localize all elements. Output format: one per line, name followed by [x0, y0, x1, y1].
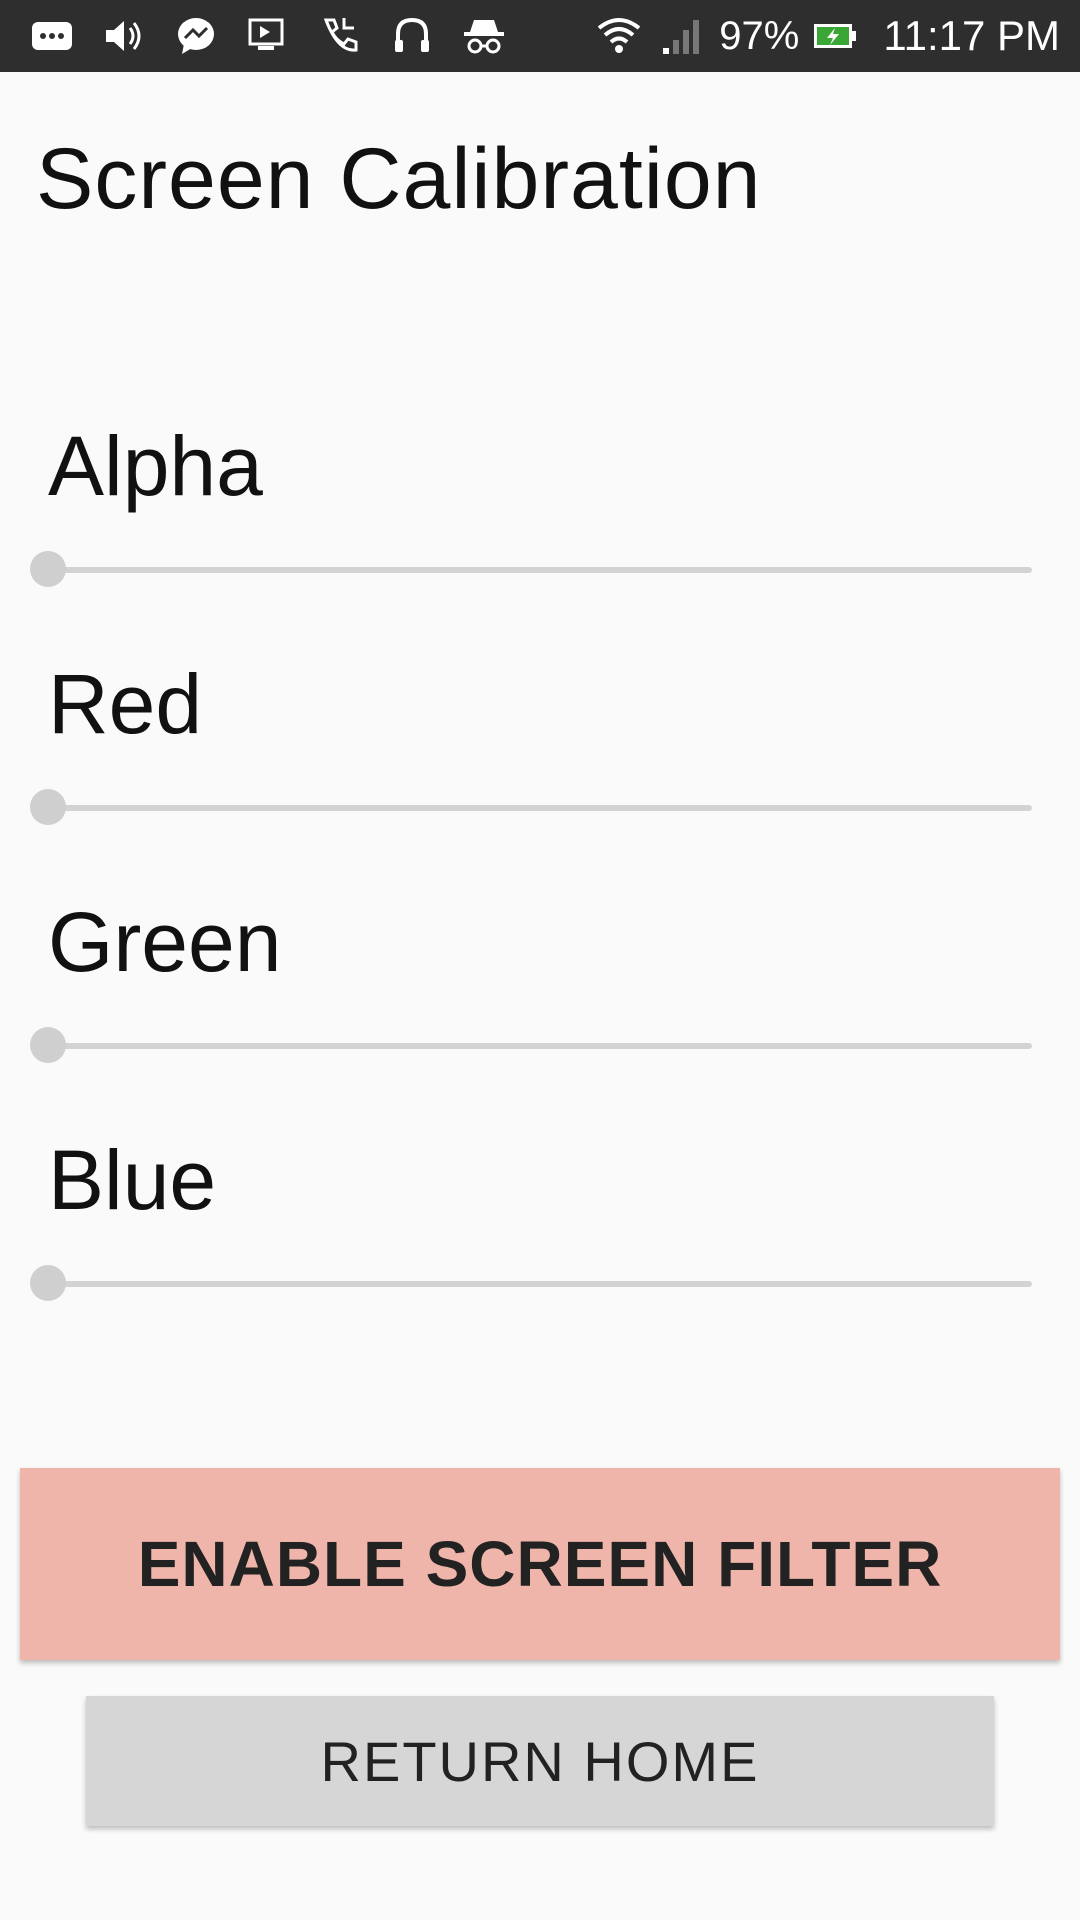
call-forward-icon [316, 12, 364, 60]
red-slider[interactable] [30, 788, 1032, 828]
more-icon [28, 12, 76, 60]
slider-track [48, 1043, 1032, 1049]
status-bar: 97% 11:17 PM [0, 0, 1080, 72]
system-status: 97% 11:17 PM [595, 0, 1060, 72]
slider-thumb[interactable] [30, 1027, 66, 1063]
enable-screen-filter-button[interactable]: ENABLE SCREEN FILTER [20, 1468, 1060, 1660]
page-title: Screen Calibration [36, 131, 762, 227]
slider-thumb[interactable] [30, 789, 66, 825]
wifi-icon [595, 12, 643, 60]
messenger-icon [172, 12, 220, 60]
slider-thumb[interactable] [30, 1265, 66, 1301]
alpha-slider[interactable] [30, 550, 1032, 590]
slider-track [48, 1281, 1032, 1287]
volume-icon [100, 12, 148, 60]
signal-icon [657, 12, 705, 60]
return-home-button[interactable]: RETURN HOME [86, 1696, 994, 1826]
green-slider[interactable] [30, 1026, 1032, 1066]
blue-slider[interactable] [30, 1264, 1032, 1304]
battery-charging-icon [811, 12, 859, 60]
clock: 11:17 PM [883, 12, 1060, 59]
battery-percent: 97% [719, 13, 800, 58]
green-label: Green [48, 895, 282, 989]
slider-track [48, 567, 1032, 573]
slider-track [48, 805, 1032, 811]
headset-icon [388, 12, 436, 60]
incognito-icon [460, 12, 508, 60]
cast-icon [244, 12, 292, 60]
alpha-label: Alpha [48, 419, 263, 513]
red-label: Red [48, 657, 203, 751]
notification-icons [28, 0, 532, 72]
blue-label: Blue [48, 1133, 217, 1227]
slider-thumb[interactable] [30, 551, 66, 587]
